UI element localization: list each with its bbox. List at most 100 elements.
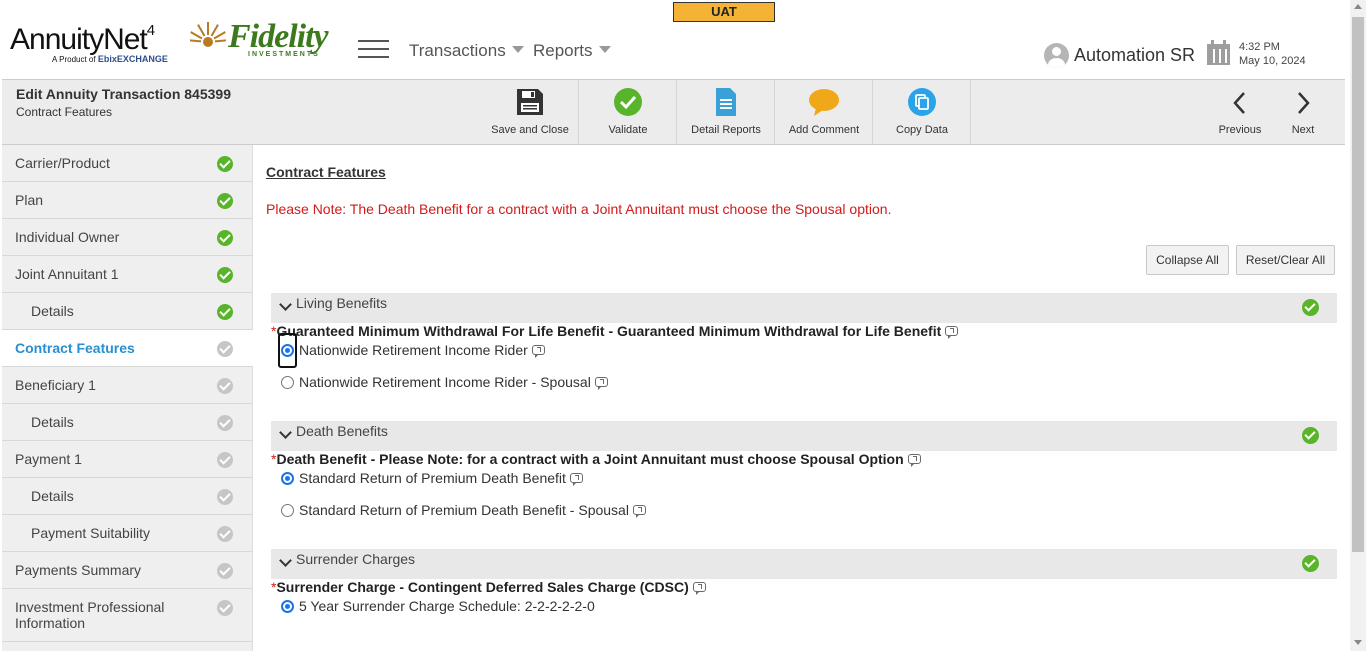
help-icon[interactable] [692, 582, 706, 595]
copy-data-button[interactable]: Copy Data [874, 80, 971, 144]
pending-check-icon [217, 526, 233, 542]
radio-button-selected[interactable] [281, 472, 294, 485]
save-and-close-label: Save and Close [491, 124, 569, 136]
radio-button[interactable] [281, 504, 294, 517]
chevron-left-icon [1233, 92, 1245, 114]
current-date: May 10, 2024 [1239, 55, 1306, 67]
nav-reports[interactable]: Reports [533, 41, 611, 61]
help-icon[interactable] [531, 345, 545, 358]
chevron-down-icon [279, 554, 292, 567]
user-avatar-icon [1044, 42, 1069, 68]
sidebar-item-payment-suitability[interactable]: Payment Suitability [2, 515, 253, 552]
save-disk-icon [517, 89, 543, 115]
section-living-benefits-header[interactable]: Living Benefits [271, 293, 1337, 323]
fidelity-logo: Fidelity INVESTMENTS [190, 18, 352, 60]
add-comment-button[interactable]: Add Comment [776, 80, 873, 144]
fidelity-subtitle: INVESTMENTS [248, 51, 320, 58]
radio-button-selected[interactable] [281, 600, 294, 613]
scroll-down-arrow-icon[interactable] [1354, 640, 1362, 645]
sidebar-item-investment-professional[interactable]: Investment Professional Information [2, 589, 253, 642]
sidebar-item-joint-annuitant-1[interactable]: Joint Annuitant 1 [2, 256, 253, 293]
pending-check-icon [217, 341, 233, 357]
help-icon[interactable] [569, 473, 583, 486]
help-icon[interactable] [594, 377, 608, 390]
complete-check-icon [1302, 427, 1319, 444]
radio-option-5-year-surrender[interactable]: 5 Year Surrender Charge Schedule: 2-2-2-… [281, 598, 595, 614]
question-text: Guaranteed Minimum Withdrawal For Life B… [276, 323, 942, 339]
sidebar-item-joint-annuitant-details[interactable]: Details [2, 293, 253, 330]
option-label: Nationwide Retirement Income Rider - Spo… [299, 374, 591, 390]
radio-option-nationwide-rider[interactable]: Nationwide Retirement Income Rider [281, 342, 545, 358]
section-death-benefits-header[interactable]: Death Benefits [271, 421, 1337, 451]
complete-check-icon [1302, 555, 1319, 572]
death-benefit-notice: Please Note: The Death Benefit for a con… [266, 201, 892, 217]
add-comment-label: Add Comment [788, 124, 860, 136]
help-icon[interactable] [632, 505, 646, 518]
help-icon[interactable] [907, 454, 921, 467]
hamburger-menu-icon[interactable] [358, 40, 390, 62]
radio-option-nationwide-rider-spousal[interactable]: Nationwide Retirement Income Rider - Spo… [281, 374, 608, 390]
collapse-all-button[interactable]: Collapse All [1146, 245, 1229, 275]
reset-clear-all-button[interactable]: Reset/Clear All [1236, 245, 1335, 275]
ebix-exchange-wordmark: EbixEXCHANGE [97, 54, 168, 64]
sidebar-item-label: Joint Annuitant 1 [15, 266, 119, 282]
section-title: Contract Features [266, 164, 386, 180]
sidebar-item-carrier-product[interactable]: Carrier/Product [2, 145, 253, 182]
sidebar-item-beneficiary-1[interactable]: Beneficiary 1 [2, 367, 253, 404]
sidebar-item-label: Individual Owner [15, 229, 120, 245]
radio-option-standard-death-benefit-spousal[interactable]: Standard Return of Premium Death Benefit… [281, 502, 646, 518]
chevron-down-icon [279, 298, 292, 311]
save-and-close-button[interactable]: Save and Close [482, 80, 579, 144]
chevron-down-icon [511, 46, 524, 53]
pending-check-icon [217, 600, 233, 616]
option-label: Standard Return of Premium Death Benefit [299, 470, 566, 486]
user-menu[interactable]: Automation SR [1044, 42, 1195, 68]
sidebar-item-payment-1[interactable]: Payment 1 [2, 441, 253, 478]
sidebar-item-individual-owner[interactable]: Individual Owner [2, 219, 253, 256]
environment-badge: UAT [673, 2, 775, 22]
question-text: Death Benefit - Please Note: for a contr… [276, 451, 904, 467]
page-title: Edit Annuity Transaction 845399 [16, 86, 231, 102]
option-label: 5 Year Surrender Charge Schedule: 2-2-2-… [299, 598, 595, 614]
radio-option-standard-death-benefit[interactable]: Standard Return of Premium Death Benefit [281, 470, 583, 486]
complete-check-icon [1302, 299, 1319, 316]
validate-button[interactable]: Validate [580, 80, 677, 144]
annuitynet-version: 4 [146, 22, 155, 39]
previous-button[interactable]: Previous [1212, 80, 1268, 144]
sidebar-item-contract-features[interactable]: Contract Features [2, 330, 253, 367]
sidebar-item-label: Plan [15, 192, 44, 208]
help-icon[interactable] [945, 326, 959, 339]
radio-button[interactable] [281, 376, 294, 389]
sidebar-item-label: Investment Professional Information [15, 599, 165, 631]
radio-button-selected[interactable] [281, 344, 294, 357]
copy-data-label: Copy Data [896, 124, 948, 136]
complete-check-icon [217, 267, 233, 283]
document-icon [716, 88, 736, 116]
option-label: Nationwide Retirement Income Rider [299, 342, 528, 358]
nav-transactions-label: Transactions [409, 41, 506, 60]
sidebar-item-payments-summary[interactable]: Payments Summary [2, 552, 253, 589]
action-bar: Edit Annuity Transaction 845399 Contract… [2, 79, 1345, 145]
sidebar-item-beneficiary-details[interactable]: Details [2, 404, 253, 441]
detail-reports-button[interactable]: Detail Reports [678, 80, 775, 144]
section-label: Death Benefits [296, 423, 388, 439]
complete-check-icon [217, 230, 233, 246]
sidebar-item-payment-details[interactable]: Details [2, 478, 253, 515]
chevron-right-icon [1298, 92, 1310, 114]
scroll-up-arrow-icon[interactable] [1354, 4, 1362, 9]
section-surrender-charges-header[interactable]: Surrender Charges [271, 549, 1337, 579]
scrollbar-thumb[interactable] [1352, 17, 1364, 552]
annuitynet-logo[interactable]: AnnuityNet4 A Product of EbixEXCHANGE [10, 14, 180, 66]
vertical-scrollbar[interactable] [1350, 0, 1366, 651]
annuitynet-wordmark: AnnuityNet [10, 23, 148, 56]
copy-icon [908, 88, 936, 116]
sidebar-item-label: Carrier/Product [15, 155, 110, 171]
sidebar-item-plan[interactable]: Plan [2, 182, 253, 219]
nav-reports-label: Reports [533, 41, 593, 60]
nav-transactions[interactable]: Transactions [409, 41, 524, 61]
fidelity-emblem-icon [190, 22, 226, 47]
living-benefit-question: *Guaranteed Minimum Withdrawal For Life … [271, 323, 959, 339]
next-label: Next [1291, 124, 1315, 136]
next-button[interactable]: Next [1278, 80, 1328, 144]
calendar-icon [1207, 40, 1230, 66]
